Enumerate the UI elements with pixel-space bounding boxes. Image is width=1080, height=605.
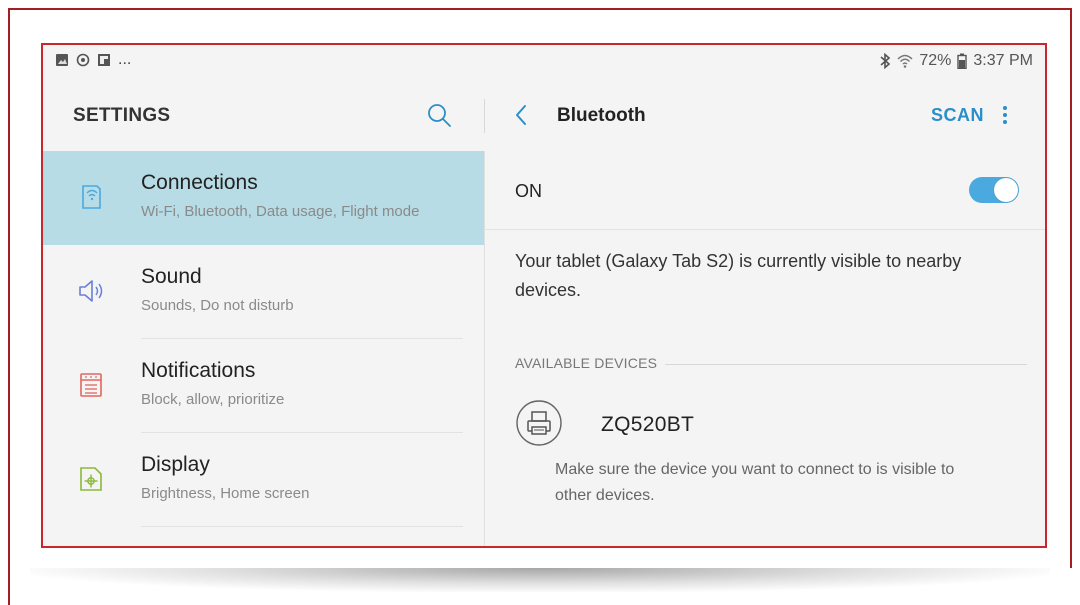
bluetooth-toggle[interactable]	[969, 177, 1019, 203]
scan-button[interactable]: SCAN	[931, 105, 984, 126]
toggle-knob	[994, 178, 1018, 202]
wifi-status-icon	[897, 54, 913, 68]
settings-item-sound[interactable]: Sound Sounds, Do not disturb	[43, 245, 484, 339]
settings-item-title: Display	[141, 453, 210, 476]
display-icon	[80, 467, 102, 491]
item-divider	[141, 526, 463, 527]
settings-item-subtitle: Brightness, Home screen	[141, 485, 310, 502]
connections-icon	[82, 185, 101, 209]
settings-panel: SETTINGS Connections Wi-Fi, Bluetooth, D…	[43, 79, 484, 546]
more-notifications-ellipsis: ...	[118, 51, 132, 68]
frame-border-left	[8, 8, 10, 605]
image-notification-icon	[56, 54, 68, 66]
device-item[interactable]: ZQ520BT	[485, 389, 1045, 446]
frame-border-right	[1070, 8, 1072, 568]
bluetooth-toggle-row[interactable]: ON	[485, 151, 1045, 230]
available-devices-header: AVAILABLE DEVICES	[515, 355, 658, 371]
settings-header: SETTINGS	[43, 79, 484, 151]
status-notifications: ...	[55, 51, 132, 68]
settings-item-title: Connections	[141, 171, 258, 194]
battery-icon	[957, 53, 968, 69]
bluetooth-title: Bluetooth	[557, 105, 646, 126]
settings-item-notifications[interactable]: Notifications Block, allow, prioritize	[43, 339, 484, 433]
printer-icon	[516, 400, 562, 446]
visibility-message: Your tablet (Galaxy Tab S2) is currently…	[515, 251, 962, 300]
sync-notification-icon	[76, 53, 90, 67]
settings-item-connections[interactable]: Connections Wi-Fi, Bluetooth, Data usage…	[43, 151, 484, 245]
search-icon[interactable]	[425, 101, 453, 129]
bluetooth-status-icon	[880, 53, 891, 69]
settings-item-display[interactable]: Display Brightness, Home screen	[43, 433, 484, 527]
status-system: 72% 3:37 PM	[879, 52, 1033, 70]
frame-shadow	[30, 568, 1050, 592]
bluetooth-state-label: ON	[515, 181, 542, 201]
visibility-hint: Make sure the device you want to connect…	[555, 461, 955, 504]
settings-item-subtitle: Wi-Fi, Bluetooth, Data usage, Flight mod…	[141, 203, 420, 220]
battery-percentage: 72%	[919, 52, 952, 69]
frame-border-top	[8, 8, 1072, 10]
settings-item-title: Notifications	[141, 359, 256, 382]
device-name: ZQ520BT	[601, 413, 695, 436]
tablet-screen: ... 72% 3:37 PM SETTINGS Connections Wi-…	[41, 43, 1047, 548]
settings-item-subtitle: Sounds, Do not disturb	[141, 297, 294, 314]
status-time: 3:37 PM	[973, 52, 1033, 69]
settings-title: SETTINGS	[73, 105, 171, 126]
flipboard-notification-icon	[98, 54, 110, 66]
bluetooth-panel: Bluetooth SCAN ON Your tablet (Galaxy Ta…	[485, 79, 1045, 546]
settings-item-title: Sound	[141, 265, 202, 288]
back-arrow-icon[interactable]	[511, 101, 531, 129]
section-divider	[665, 364, 1027, 365]
more-options-icon[interactable]	[999, 101, 1011, 129]
speaker-icon	[79, 280, 103, 302]
settings-item-subtitle: Block, allow, prioritize	[141, 391, 285, 408]
status-bar: ... 72% 3:37 PM	[43, 45, 1045, 79]
notifications-icon	[80, 373, 102, 397]
